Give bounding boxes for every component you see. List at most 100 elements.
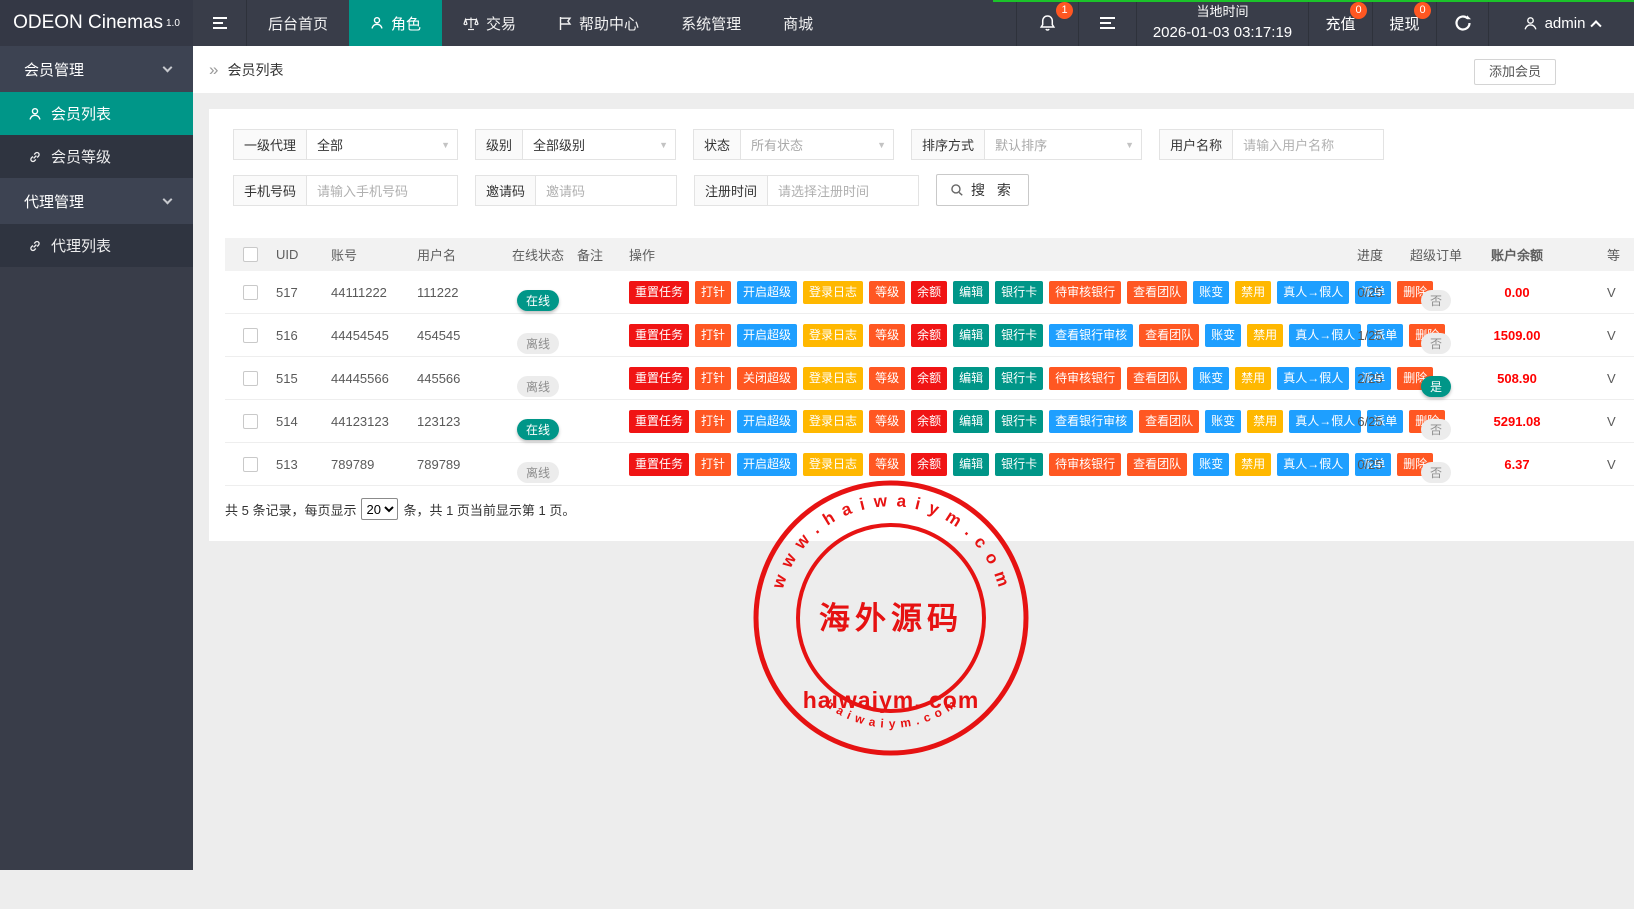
action-button-登录日志[interactable]: 登录日志 — [803, 410, 863, 433]
row-checkbox[interactable] — [243, 328, 258, 343]
sidebar-group-2[interactable]: 代理管理 — [0, 178, 193, 224]
action-button-登录日志[interactable]: 登录日志 — [803, 324, 863, 347]
action-button-编辑[interactable]: 编辑 — [953, 324, 989, 347]
add-member-button[interactable]: 添加会员 — [1474, 59, 1556, 85]
action-button-查看团队[interactable]: 查看团队 — [1127, 281, 1187, 304]
sidebar-item-代理列表[interactable]: 代理列表 — [0, 224, 193, 267]
sidebar-collapse-button[interactable] — [193, 0, 247, 46]
user-menu[interactable]: admin — [1488, 0, 1634, 46]
row-checkbox[interactable] — [243, 457, 258, 472]
action-button-等级[interactable]: 等级 — [869, 410, 905, 433]
action-button-账变[interactable]: 账变 — [1193, 453, 1229, 476]
nav-item-3[interactable]: 交易 — [442, 0, 537, 46]
action-button-等级[interactable]: 等级 — [869, 367, 905, 390]
action-button-重置任务[interactable]: 重置任务 — [629, 281, 689, 304]
row-checkbox[interactable] — [243, 414, 258, 429]
action-button-禁用[interactable]: 禁用 — [1235, 367, 1271, 390]
action-button-等级[interactable]: 等级 — [869, 453, 905, 476]
action-button-关闭超级[interactable]: 关闭超级 — [737, 367, 797, 390]
cell-uid: 516 — [276, 328, 331, 343]
action-button-禁用[interactable]: 禁用 — [1235, 453, 1271, 476]
action-button-打针[interactable]: 打针 — [695, 281, 731, 304]
action-button-等级[interactable]: 等级 — [869, 324, 905, 347]
action-button-查看团队[interactable]: 查看团队 — [1127, 453, 1187, 476]
filter-input[interactable]: 请选择注册时间 — [768, 176, 918, 205]
action-button-登录日志[interactable]: 登录日志 — [803, 367, 863, 390]
action-button-银行卡[interactable]: 银行卡 — [995, 453, 1043, 476]
action-button-查看银行审核[interactable]: 查看银行审核 — [1049, 410, 1133, 433]
notifications-button[interactable]: 1 — [1016, 0, 1078, 46]
action-button-余额[interactable]: 余额 — [911, 367, 947, 390]
sidebar-item-会员等级[interactable]: 会员等级 — [0, 135, 193, 178]
nav-item-6[interactable]: 商城 — [762, 0, 834, 46]
sidebar-group-1[interactable]: 会员管理 — [0, 46, 193, 92]
action-button-重置任务[interactable]: 重置任务 — [629, 453, 689, 476]
action-button-账变[interactable]: 账变 — [1205, 410, 1241, 433]
action-button-账变[interactable]: 账变 — [1193, 281, 1229, 304]
action-button-余额[interactable]: 余额 — [911, 410, 947, 433]
action-button-等级[interactable]: 等级 — [869, 281, 905, 304]
action-button-查看银行审核[interactable]: 查看银行审核 — [1049, 324, 1133, 347]
action-button-真人→假人[interactable]: 真人→假人 — [1277, 281, 1349, 304]
action-button-打针[interactable]: 打针 — [695, 367, 731, 390]
recharge-button[interactable]: 充值 0 — [1308, 0, 1372, 46]
action-button-余额[interactable]: 余额 — [911, 453, 947, 476]
action-button-待审核银行[interactable]: 待审核银行 — [1049, 367, 1121, 390]
action-button-禁用[interactable]: 禁用 — [1247, 410, 1283, 433]
filter-select[interactable]: 全部▼ — [307, 130, 457, 159]
action-button-真人→假人[interactable]: 真人→假人 — [1277, 367, 1349, 390]
filter-select[interactable]: 全部级别▼ — [523, 130, 675, 159]
action-button-开启超级[interactable]: 开启超级 — [737, 281, 797, 304]
action-button-重置任务[interactable]: 重置任务 — [629, 367, 689, 390]
nav-item-1[interactable]: 后台首页 — [247, 0, 349, 46]
action-button-查看团队[interactable]: 查看团队 — [1139, 410, 1199, 433]
action-button-账变[interactable]: 账变 — [1193, 367, 1229, 390]
refresh-button[interactable] — [1436, 0, 1488, 46]
filter-input[interactable]: 请输入用户名称 — [1233, 130, 1383, 159]
action-button-编辑[interactable]: 编辑 — [953, 281, 989, 304]
action-button-编辑[interactable]: 编辑 — [953, 410, 989, 433]
sidebar-item-会员列表[interactable]: 会员列表 — [0, 92, 193, 135]
action-button-真人→假人[interactable]: 真人→假人 — [1277, 453, 1349, 476]
nav-item-2[interactable]: 角色 — [349, 0, 442, 46]
action-button-打针[interactable]: 打针 — [695, 453, 731, 476]
select-all-checkbox[interactable] — [243, 247, 258, 262]
page-size-select[interactable]: 20 — [361, 498, 398, 520]
filter-input-placeholder: 邀请码 — [546, 181, 585, 200]
quick-menu-button[interactable] — [1078, 0, 1136, 46]
action-button-开启超级[interactable]: 开启超级 — [737, 410, 797, 433]
action-button-银行卡[interactable]: 银行卡 — [995, 324, 1043, 347]
withdraw-button[interactable]: 提现 0 — [1372, 0, 1436, 46]
action-button-开启超级[interactable]: 开启超级 — [737, 324, 797, 347]
action-button-银行卡[interactable]: 银行卡 — [995, 281, 1043, 304]
nav-item-4[interactable]: 帮助中心 — [537, 0, 660, 46]
action-button-编辑[interactable]: 编辑 — [953, 367, 989, 390]
action-button-重置任务[interactable]: 重置任务 — [629, 324, 689, 347]
filter-select[interactable]: 所有状态▼ — [741, 130, 893, 159]
action-button-查看团队[interactable]: 查看团队 — [1127, 367, 1187, 390]
action-button-余额[interactable]: 余额 — [911, 281, 947, 304]
action-button-登录日志[interactable]: 登录日志 — [803, 281, 863, 304]
action-button-余额[interactable]: 余额 — [911, 324, 947, 347]
filter-select[interactable]: 默认排序▼ — [985, 130, 1141, 159]
nav-item-5[interactable]: 系统管理 — [660, 0, 762, 46]
action-button-打针[interactable]: 打针 — [695, 410, 731, 433]
filter-input[interactable]: 邀请码 — [536, 176, 676, 205]
action-button-开启超级[interactable]: 开启超级 — [737, 453, 797, 476]
action-button-禁用[interactable]: 禁用 — [1247, 324, 1283, 347]
action-button-账变[interactable]: 账变 — [1205, 324, 1241, 347]
row-checkbox[interactable] — [243, 371, 258, 386]
action-button-待审核银行[interactable]: 待审核银行 — [1049, 281, 1121, 304]
action-button-编辑[interactable]: 编辑 — [953, 453, 989, 476]
row-checkbox[interactable] — [243, 285, 258, 300]
search-button[interactable]: 搜 索 — [936, 174, 1029, 206]
action-button-重置任务[interactable]: 重置任务 — [629, 410, 689, 433]
action-button-禁用[interactable]: 禁用 — [1235, 281, 1271, 304]
action-button-银行卡[interactable]: 银行卡 — [995, 367, 1043, 390]
action-button-登录日志[interactable]: 登录日志 — [803, 453, 863, 476]
action-button-查看团队[interactable]: 查看团队 — [1139, 324, 1199, 347]
action-button-打针[interactable]: 打针 — [695, 324, 731, 347]
action-button-银行卡[interactable]: 银行卡 — [995, 410, 1043, 433]
filter-input[interactable]: 请输入手机号码 — [307, 176, 457, 205]
action-button-待审核银行[interactable]: 待审核银行 — [1049, 453, 1121, 476]
